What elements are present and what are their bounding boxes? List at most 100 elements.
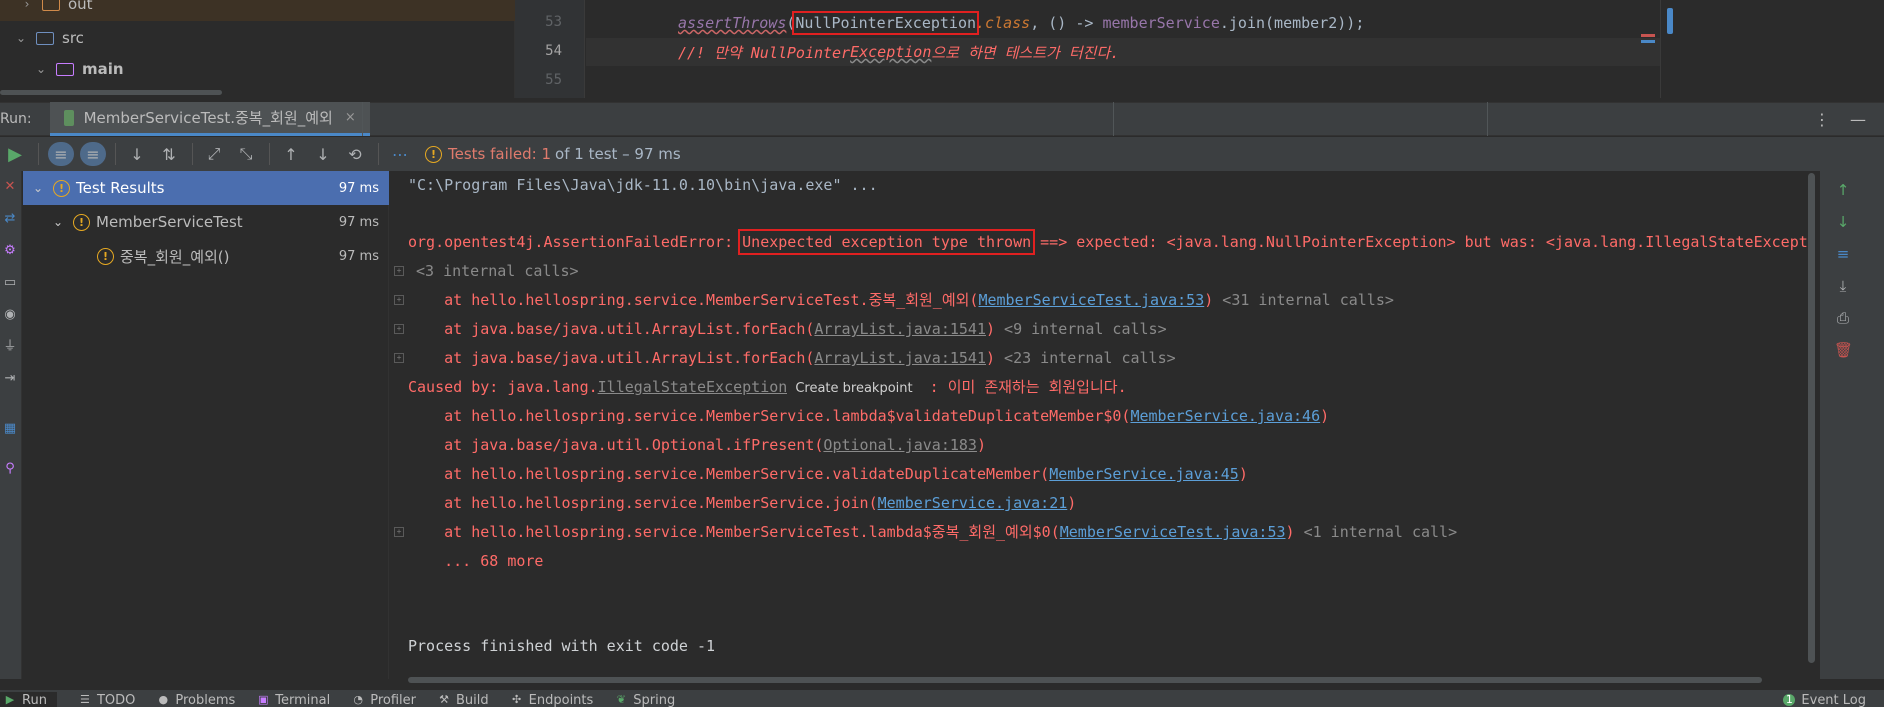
up-arrow-icon[interactable]: ↑	[1834, 181, 1852, 199]
more-icon[interactable]: ⋯	[385, 140, 415, 168]
tool-spring[interactable]: ❦ Spring	[615, 692, 676, 707]
tree-item-test-method[interactable]: ! 중복_회원_예외() 97 ms	[23, 239, 389, 273]
chevron-down-icon[interactable]: ⌄	[51, 215, 65, 229]
show-ignored-icon[interactable]: ≡	[80, 142, 106, 166]
console-horizontal-scrollbar[interactable]	[408, 677, 1762, 683]
project-item-out[interactable]: › out	[0, 0, 515, 21]
tool-endpoints[interactable]: ✣ Endpoints	[511, 692, 593, 707]
camera-icon[interactable]: ◉	[2, 307, 18, 323]
console-line-error: org.opentest4j.AssertionFailedError: Une…	[408, 229, 1817, 255]
highlighted-exception-name: NullPointerException	[792, 11, 980, 35]
status-failed-text: Tests failed: 1	[448, 145, 552, 163]
project-item-src[interactable]: ⌄ src	[0, 21, 515, 55]
project-item-label: main	[82, 60, 124, 78]
close-icon[interactable]: ×	[345, 110, 356, 125]
test-status: ! Tests failed: 1 of 1 test – 97 ms	[425, 145, 681, 163]
test-results-tree[interactable]: ⌄ ! Test Results 97 ms ⌄ ! MemberService…	[23, 171, 389, 679]
source-link[interactable]: MemberService.java:45	[1049, 465, 1239, 483]
fold-icon[interactable]: +	[394, 266, 404, 276]
rerun-icon[interactable]: ▶	[0, 140, 30, 168]
internal-calls[interactable]: <9 internal calls>	[995, 320, 1167, 338]
print-icon[interactable]: ⎙	[1834, 309, 1852, 327]
expand-all-icon[interactable]: ⤢	[199, 140, 229, 168]
run-tab[interactable]: MemberServiceTest.중복_회원_예외 ×	[49, 102, 370, 136]
code-line-55[interactable]	[586, 67, 1660, 95]
source-link[interactable]: MemberServiceTest.java:53	[978, 291, 1204, 309]
tool-build[interactable]: ⚒ Build	[438, 692, 489, 707]
fold-icon[interactable]: +	[394, 324, 404, 334]
scroll-to-end-icon[interactable]: ⤓	[1834, 277, 1852, 295]
more-options-icon[interactable]: ⋮	[1814, 110, 1830, 129]
code-line-53[interactable]: assertThrows ( NullPointerException .cla…	[586, 9, 1660, 37]
history-icon[interactable]: ⟲	[340, 140, 370, 168]
project-scrollbar[interactable]	[0, 90, 222, 95]
project-item-main[interactable]: ⌄ main	[0, 52, 515, 86]
code-editor[interactable]: assertThrows ( NullPointerException .cla…	[586, 0, 1660, 98]
chevron-down-icon[interactable]: ⌄	[14, 31, 28, 45]
settings-icon[interactable]: ⚙	[2, 243, 18, 259]
down-arrow-icon[interactable]: ↓	[1834, 213, 1852, 231]
sort-duration-icon[interactable]: ⇅	[154, 140, 184, 168]
console-text: at hello.hellospring.service.MemberServi…	[408, 291, 979, 309]
internal-calls[interactable]: <23 internal calls>	[995, 349, 1176, 367]
code-line-54[interactable]: //! 만약 NullPointer Exception 으로 하면 테스트가 …	[586, 38, 1660, 66]
previous-failed-icon[interactable]: ↑	[276, 140, 306, 168]
rerun-failed-icon[interactable]: ⇄	[2, 211, 18, 227]
scroll-thumb[interactable]	[1808, 173, 1815, 663]
fold-icon[interactable]: +	[394, 527, 404, 537]
run-tab-title: MemberServiceTest.중복_회원_예외	[83, 109, 333, 127]
console-text: Caused by: java.lang.	[408, 378, 598, 396]
dashboard-icon[interactable]: ▦	[2, 421, 18, 437]
stop-test-icon[interactable]: ✕	[2, 179, 18, 195]
chevron-down-icon[interactable]: ⌄	[31, 181, 45, 195]
event-count-badge: 1	[1783, 694, 1796, 706]
fold-icon[interactable]: +	[394, 353, 404, 363]
tool-problems[interactable]: ● Problems	[157, 692, 236, 707]
fold-icon[interactable]: +	[394, 295, 404, 305]
show-passed-icon[interactable]: ≡	[48, 142, 74, 166]
tool-profiler[interactable]: ◔ Profiler	[352, 692, 416, 707]
tool-event-log[interactable]: 1 Event Log	[1783, 692, 1866, 707]
endpoints-icon: ✣	[512, 693, 522, 706]
trash-icon[interactable]: 🗑	[1834, 341, 1853, 359]
tool-label: Event Log	[1801, 692, 1866, 707]
tree-item-time: 97 ms	[338, 214, 379, 230]
tool-label: Terminal	[275, 692, 331, 707]
console-text: at java.base/java.util.ArrayList.forEach…	[408, 349, 815, 367]
console-output[interactable]: "C:\Program Files\Java\jdk-11.0.10\bin\j…	[390, 171, 1817, 683]
tree-item-test-results[interactable]: ⌄ ! Test Results 97 ms	[23, 171, 389, 205]
next-failed-icon[interactable]: ↓	[308, 140, 338, 168]
project-item-label: out	[68, 0, 93, 13]
console-vertical-scrollbar[interactable]	[1808, 171, 1816, 671]
tool-label: TODO	[96, 692, 136, 707]
source-link[interactable]: ArrayList.java:1541	[814, 320, 986, 338]
soft-wrap-icon[interactable]: ≡	[1834, 245, 1852, 263]
source-link[interactable]: MemberServiceTest.java:53	[1060, 523, 1286, 541]
source-link[interactable]: MemberService.java:21	[878, 494, 1068, 512]
internal-calls[interactable]: <1 internal call>	[1295, 523, 1458, 541]
plug-icon[interactable]: ⏚	[2, 339, 18, 355]
editor-scroll-strip	[1641, 0, 1884, 98]
console-line-internal[interactable]: <3 internal calls>	[416, 259, 579, 283]
error-marker[interactable]	[1641, 34, 1655, 37]
layout-icon[interactable]: ▭	[2, 275, 18, 291]
collapse-all-icon[interactable]: ⤡	[231, 140, 261, 168]
chevron-right-icon[interactable]: ›	[20, 0, 34, 11]
source-link[interactable]: ArrayList.java:1541	[814, 349, 986, 367]
scroll-thumb[interactable]	[1667, 8, 1673, 34]
internal-calls[interactable]: <31 internal calls>	[1213, 291, 1394, 309]
tool-terminal[interactable]: ▣ Terminal	[257, 692, 330, 707]
minimize-icon[interactable]: —	[1850, 110, 1866, 129]
tree-item-member-service-test[interactable]: ⌄ ! MemberServiceTest 97 ms	[23, 205, 389, 239]
pin-icon[interactable]: ⚲	[2, 461, 18, 477]
tool-todo[interactable]: ☰ TODO	[79, 692, 135, 707]
create-breakpoint-tooltip[interactable]: Create breakpoint	[787, 381, 921, 396]
tool-run[interactable]: ▶ Run	[0, 692, 57, 707]
tool-label: Problems	[175, 692, 236, 707]
chevron-down-icon[interactable]: ⌄	[34, 62, 48, 76]
exception-class-link[interactable]: IllegalStateException	[598, 378, 788, 396]
exit-icon[interactable]: ⇥	[2, 371, 18, 387]
source-link[interactable]: MemberService.java:46	[1130, 407, 1320, 425]
source-link[interactable]: Optional.java:183	[823, 436, 977, 454]
sort-alpha-icon[interactable]: ↓	[122, 140, 152, 168]
